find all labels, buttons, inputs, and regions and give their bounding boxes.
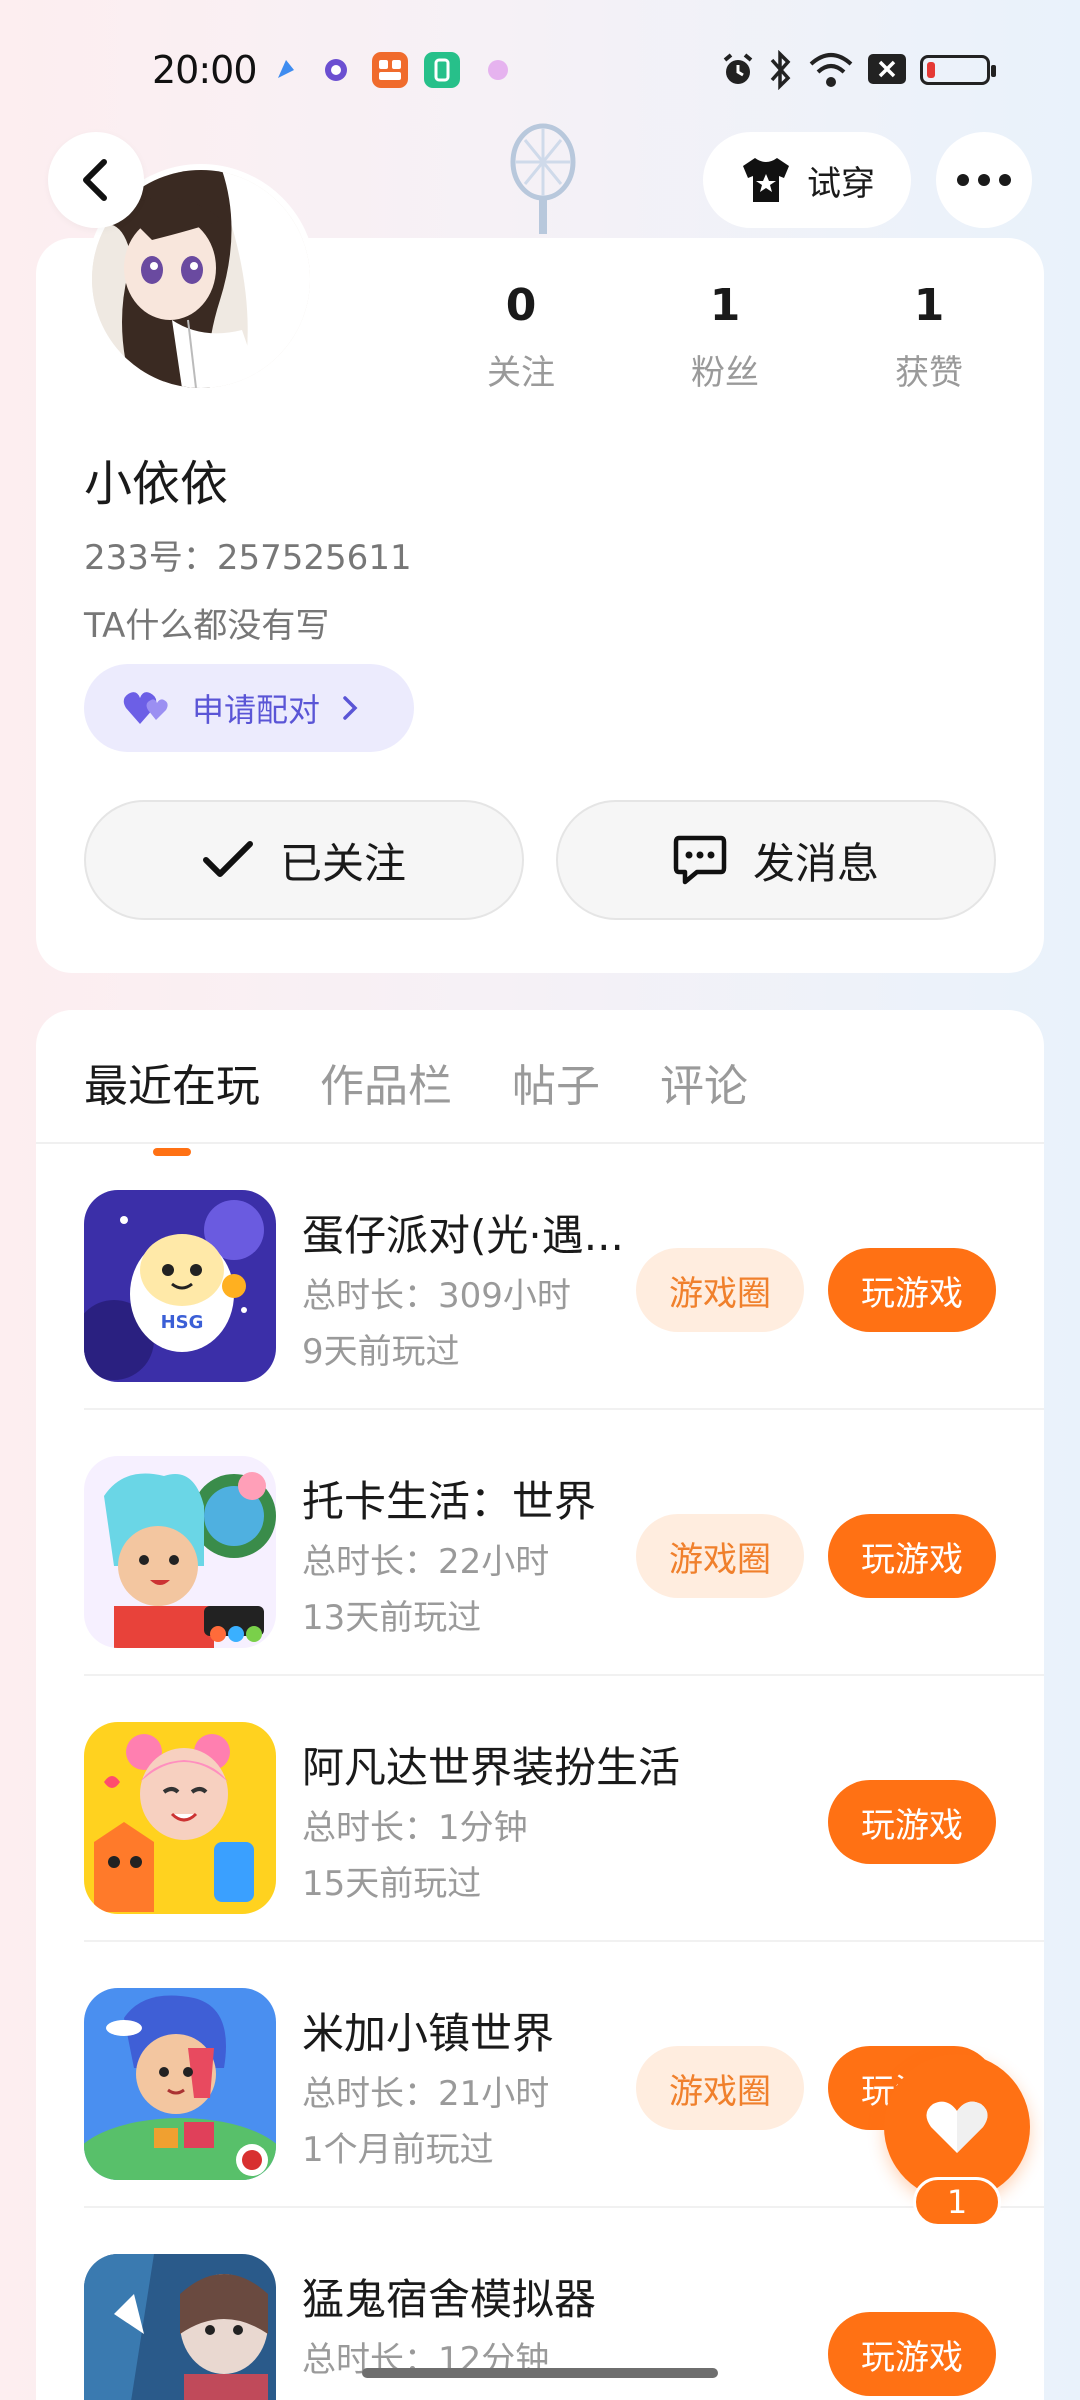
- games-card: 最近在玩 作品栏 帖子 评论 HSG 蛋仔派对(光·遇... 总时长：309小时…: [36, 1010, 1044, 2400]
- play-game-button[interactable]: 玩游戏: [828, 2312, 996, 2396]
- app-notification-icon: [278, 60, 294, 78]
- try-on-button[interactable]: 试穿: [703, 132, 911, 228]
- play-game-button[interactable]: 玩游戏: [828, 1248, 996, 1332]
- play-game-button[interactable]: 玩游戏: [828, 1514, 996, 1598]
- profile-uid: 233号：257525611: [84, 538, 412, 578]
- game-icon-toca-life: [84, 1456, 276, 1648]
- status-bar: 20:00: [0, 0, 1080, 140]
- game-title: 阿凡达世界装扮生活: [302, 1743, 681, 1792]
- stat-fans[interactable]: 1 粉丝: [655, 280, 795, 394]
- game-title: 猛鬼宿舍模拟器: [302, 2275, 597, 2324]
- send-message-button[interactable]: 发消息: [556, 800, 996, 920]
- game-row[interactable]: 托卡生活：世界 总时长：22小时 13天前玩过 游戏圈 玩游戏: [84, 1410, 1044, 1676]
- followed-button[interactable]: 已关注: [84, 800, 524, 920]
- tab-works[interactable]: 作品栏: [320, 1050, 452, 1114]
- chevron-left-icon: [83, 159, 107, 201]
- game-duration: 总时长：21小时: [302, 2074, 550, 2114]
- tab-recent-play[interactable]: 最近在玩: [84, 1050, 260, 1114]
- stat-number: 1: [913, 280, 945, 331]
- microphone-decoration-icon: [510, 123, 576, 234]
- shirt-star-icon: [743, 158, 789, 202]
- game-icon-miga-town: [84, 1988, 276, 2180]
- svg-text:HSG: HSG: [161, 1312, 204, 1333]
- game-title: 米加小镇世界: [302, 2009, 555, 2058]
- stat-label: 获赞: [895, 353, 963, 393]
- game-row[interactable]: HSG 蛋仔派对(光·遇... 总时长：309小时 9天前玩过 游戏圈 玩游戏: [84, 1144, 1044, 1410]
- apply-pair-button[interactable]: 申请配对: [84, 664, 414, 752]
- no-sim-icon: [868, 54, 906, 84]
- bluetooth-icon: [770, 50, 791, 90]
- followed-label: 已关注: [279, 838, 406, 888]
- app-notification-icon: [488, 60, 508, 80]
- profile-name: 小依依: [84, 456, 229, 512]
- app-notification-icon: [372, 52, 408, 88]
- game-last-played: 15天前玩过: [302, 1864, 482, 1904]
- stat-label: 粉丝: [691, 353, 759, 393]
- game-icon-eggy-party: HSG: [84, 1190, 276, 1382]
- game-last-played: 13天前玩过: [302, 1598, 482, 1638]
- game-icon-haunted-dorm: [84, 2254, 276, 2400]
- profile-bio: TA什么都没有写: [84, 606, 330, 646]
- game-circle-button[interactable]: 游戏圈: [636, 1514, 804, 1598]
- chevron-right-icon: [343, 696, 358, 720]
- wifi-icon: [809, 53, 853, 87]
- game-title: 蛋仔派对(光·遇...: [302, 1211, 624, 1260]
- game-duration: 总时长：309小时: [302, 1276, 571, 1316]
- stat-likes[interactable]: 1 获赞: [859, 280, 999, 394]
- stat-number: 0: [505, 280, 537, 331]
- stat-number: 1: [709, 280, 741, 331]
- check-icon: [202, 841, 253, 877]
- apply-pair-label: 申请配对: [192, 691, 321, 729]
- chat-bubble-icon: [673, 835, 727, 885]
- alarm-icon: [723, 53, 753, 84]
- game-last-played: 9天前玩过: [302, 1332, 460, 1372]
- app-notification-icon: [325, 59, 347, 81]
- dot-icon: [957, 174, 969, 186]
- hearts-icon: [123, 692, 168, 724]
- stat-label: 关注: [487, 353, 555, 393]
- tab-posts[interactable]: 帖子: [512, 1050, 600, 1114]
- home-indicator[interactable]: [362, 2368, 718, 2378]
- game-circle-button[interactable]: 游戏圈: [636, 1248, 804, 1332]
- like-count-badge: 1: [913, 2177, 1001, 2227]
- game-circle-button[interactable]: 游戏圈: [636, 2046, 804, 2130]
- game-last-played: 1个月前玩过: [302, 2130, 494, 2170]
- game-duration: 总时长：22小时: [302, 1542, 550, 1582]
- more-options-button[interactable]: [936, 132, 1032, 228]
- send-message-label: 发消息: [752, 838, 879, 888]
- tab-bar: 最近在玩 作品栏 帖子 评论: [84, 1050, 748, 1114]
- tab-comments[interactable]: 评论: [660, 1050, 748, 1114]
- heart-icon: [926, 2101, 988, 2153]
- try-on-label: 试穿: [807, 163, 875, 204]
- game-row[interactable]: 阿凡达世界装扮生活 总时长：1分钟 15天前玩过 玩游戏: [84, 1676, 1044, 1942]
- dot-icon: [978, 174, 990, 186]
- back-button[interactable]: [48, 132, 144, 228]
- dot-icon: [999, 174, 1011, 186]
- game-title: 托卡生活：世界: [302, 1477, 597, 1526]
- game-icon-avatar-world: [84, 1722, 276, 1914]
- play-game-button[interactable]: 玩游戏: [828, 1780, 996, 1864]
- stat-following[interactable]: 0 关注: [451, 280, 591, 394]
- app-notification-icon: [424, 52, 460, 88]
- game-duration: 总时长：1分钟: [302, 1808, 528, 1848]
- status-time: 20:00: [152, 48, 258, 92]
- battery-icon: [920, 55, 996, 85]
